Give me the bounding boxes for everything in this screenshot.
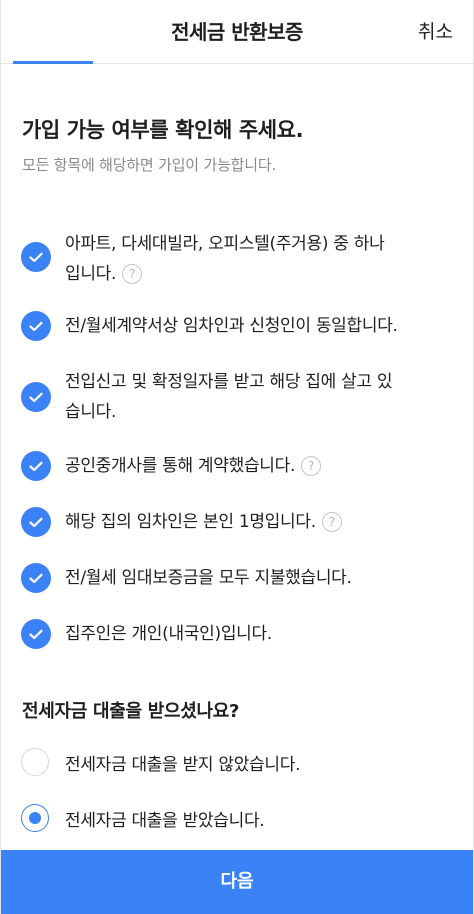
check-icon — [21, 619, 51, 649]
check-icon — [21, 451, 51, 481]
condition-item-1: 아파트, 다세대빌라, 오피스텔(주거용) 중 하나입니다.? — [21, 229, 453, 289]
loan-option-label: 전세자금 대출을 받지 않았습니다. — [65, 754, 301, 775]
app-screen: 전세금 반환보증 취소 가입 가능 여부를 확인해 주세요. 모든 항목에 해당… — [0, 0, 474, 914]
condition-text-2: 전/월세계약서상 임차인과 신청인이 동일합니다. — [65, 316, 398, 336]
help-icon[interactable]: ? — [321, 512, 342, 532]
condition-item-5: 해당 집의 임차인은 본인 1명입니다.? — [21, 507, 453, 537]
condition-item-3: 전입신고 및 확정일자를 받고 해당 집에 살고 있습니다. — [21, 367, 453, 427]
radio-unselected-icon[interactable] — [21, 748, 49, 776]
condition-text-7: 집주인은 개인(내국인)입니다. — [65, 624, 272, 644]
condition-text-1: 아파트, 다세대빌라, 오피스텔(주거용) 중 하나입니다.? — [65, 234, 385, 284]
condition-text-4: 공인중개사를 통해 계약했습니다.? — [65, 451, 322, 481]
top-bar: 전세금 반환보증 취소 — [1, 0, 473, 64]
check-icon — [21, 382, 51, 412]
condition-item-2: 전/월세계약서상 임차인과 신청인이 동일합니다. — [21, 311, 453, 341]
condition-text-3: 전입신고 및 확정일자를 받고 해당 집에 살고 있습니다. — [65, 372, 393, 422]
check-icon — [21, 507, 51, 537]
next-button[interactable]: 다음 — [1, 850, 473, 914]
condition-item-6: 전/월세 임대보증금을 모두 지불했습니다. — [21, 563, 453, 593]
loan-option-label: 전세자금 대출을 받았습니다. — [65, 810, 265, 831]
condition-item-4: 공인중개사를 통해 계약했습니다.? — [21, 451, 453, 481]
radio-selected-icon[interactable] — [21, 804, 49, 832]
condition-text-5: 해당 집의 임차인은 본인 1명입니다.? — [65, 507, 342, 537]
radio-dot — [29, 812, 41, 824]
loan-option-no[interactable]: 전세자금 대출을 받지 않았습니다. — [21, 748, 453, 776]
check-icon — [21, 563, 51, 593]
check-icon — [21, 311, 51, 341]
loan-option-yes[interactable]: 전세자금 대출을 받았습니다. — [21, 804, 453, 832]
progress-indicator — [13, 61, 93, 64]
loan-question: 전세자금 대출을 받으셨나요? — [22, 701, 240, 722]
help-icon[interactable]: ? — [301, 456, 322, 476]
condition-item-7: 집주인은 개인(내국인)입니다. — [21, 619, 453, 649]
help-icon[interactable]: ? — [122, 264, 143, 284]
cancel-button[interactable]: 취소 — [418, 17, 453, 44]
check-icon — [21, 242, 51, 272]
page-title: 전세금 반환보증 — [171, 20, 303, 44]
section-heading: 가입 가능 여부를 확인해 주세요. — [22, 118, 304, 142]
section-subheading: 모든 항목에 해당하면 가입이 가능합니다. — [22, 156, 277, 174]
condition-text-6: 전/월세 임대보증금을 모두 지불했습니다. — [65, 568, 352, 588]
